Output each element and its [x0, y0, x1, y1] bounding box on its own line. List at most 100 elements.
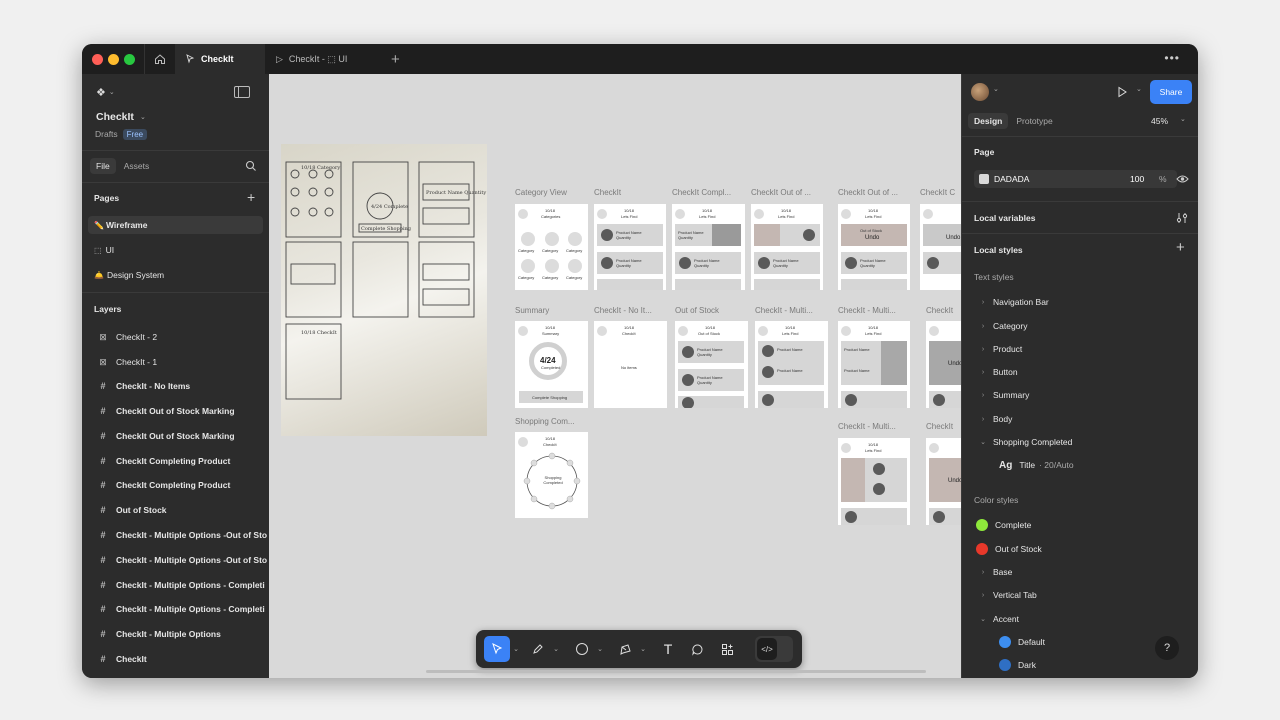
comment-tool[interactable] — [685, 636, 709, 662]
close-window-icon[interactable] — [92, 54, 103, 65]
color-style-group[interactable]: › Vertical Tab — [962, 587, 1198, 603]
layer-item[interactable]: ⊠ CheckIt - 2 — [82, 329, 269, 345]
add-page-icon[interactable]: + — [247, 189, 255, 205]
text-style-group[interactable]: › Summary — [962, 387, 1198, 403]
actions-tool[interactable] — [715, 636, 739, 662]
frame-label[interactable]: CheckIt Compl... — [672, 188, 731, 197]
zoom-level[interactable]: 45% — [1151, 116, 1168, 126]
tab-assets[interactable]: Assets — [124, 161, 150, 171]
chevron-down-icon[interactable]: ⌄ — [551, 636, 561, 662]
help-button[interactable]: ? — [1155, 636, 1179, 660]
tab-checkit-ui[interactable]: ▷ CheckIt - ⬚ UI — [266, 44, 386, 74]
horizontal-scrollbar[interactable] — [426, 670, 926, 673]
pen-tool[interactable] — [526, 636, 550, 662]
text-style-item[interactable]: Ag Title · 20/Auto — [962, 457, 1198, 473]
frame-checkit-out-of-stock-undo[interactable]: 10/18 Lets Find Out of Stock Undo Produc… — [838, 204, 910, 290]
frame-checkit[interactable]: 10/18 Lets Find Product Name Quantity Pr… — [594, 204, 666, 290]
layer-item[interactable]: # CheckIt - Multiple Options — [82, 626, 269, 642]
file-name-menu[interactable]: CheckIt ⌄ — [82, 110, 269, 124]
frame-label[interactable]: CheckIt Out of ... — [838, 188, 898, 197]
frame-checkit-no-items[interactable]: 10/18 CheckIt No items — [594, 321, 667, 408]
frame-label[interactable]: CheckIt - Multi... — [838, 306, 896, 315]
wireframe-sketch-photo[interactable]: 10/18 Category 4/24 Complete Complete Sh… — [281, 144, 487, 436]
dev-mode-toggle[interactable]: </> — [755, 636, 793, 662]
frame-label[interactable]: CheckIt - Multi... — [755, 306, 813, 315]
drafts-link[interactable]: Drafts — [95, 129, 118, 139]
pencil-tool[interactable] — [613, 636, 637, 662]
eye-icon[interactable] — [1176, 173, 1189, 185]
maximize-window-icon[interactable] — [124, 54, 135, 65]
frame-label[interactable]: CheckIt — [594, 188, 621, 197]
text-style-group[interactable]: › Body — [962, 411, 1198, 427]
more-menu-icon[interactable]: ••• — [1164, 51, 1180, 65]
shape-tool[interactable] — [570, 636, 594, 662]
text-style-group[interactable]: › Category — [962, 318, 1198, 334]
layer-item[interactable]: # CheckIt - Multiple Options - Completi — [82, 601, 269, 617]
layer-item[interactable]: # CheckIt — [82, 651, 269, 667]
tab-file[interactable]: File — [90, 158, 116, 174]
search-icon[interactable] — [245, 160, 257, 172]
layer-item[interactable]: ⊠ CheckIt - 1 — [82, 354, 269, 370]
frame-checkit-multiple-c[interactable]: 10/18 Lets Find — [838, 438, 910, 525]
home-button[interactable] — [144, 44, 176, 74]
page-item-wireframe[interactable]: ✏️ Wireframe — [88, 216, 263, 234]
frame-label[interactable]: CheckIt Out of ... — [751, 188, 811, 197]
frame-label[interactable]: Shopping Com... — [515, 417, 575, 426]
frame-out-of-stock[interactable]: 10/18 Out of Stock Product Name Quantity… — [675, 321, 748, 408]
chevron-down-icon[interactable]: ⌄ — [511, 636, 521, 662]
variables-icon[interactable] — [1176, 212, 1188, 224]
add-style-icon[interactable]: + — [1176, 239, 1185, 256]
color-style-item[interactable]: Complete — [962, 517, 1198, 533]
frame-label[interactable]: Category View — [515, 188, 567, 197]
frame-checkit-cut[interactable]: Undo — [920, 204, 961, 290]
layer-item[interactable]: # CheckIt Out of Stock Marking — [82, 403, 269, 419]
frame-category-view[interactable]: 10/18 Categories Category Category Categ… — [515, 204, 588, 290]
frame-label[interactable]: CheckIt — [926, 306, 953, 315]
toggle-sidebar-icon[interactable] — [234, 86, 250, 98]
page-opacity[interactable]: 100 — [1130, 174, 1144, 184]
layer-item[interactable]: # CheckIt - Multiple Options - Completi — [82, 577, 269, 593]
chevron-down-icon[interactable]: ⌄ — [1180, 115, 1186, 123]
color-style-group[interactable]: › Base — [962, 564, 1198, 580]
new-tab-button[interactable]: + — [391, 44, 400, 74]
chevron-down-icon[interactable]: ⌄ — [638, 636, 648, 662]
text-style-group[interactable]: › Navigation Bar — [962, 294, 1198, 310]
page-color-field[interactable]: DADADA 100 % — [974, 170, 1177, 188]
frame-checkit-multiple-a[interactable]: 10/18 Lets Find Product Name Product Nam… — [755, 321, 828, 408]
layer-item[interactable]: # CheckIt Completing Product — [82, 453, 269, 469]
move-tool[interactable] — [484, 636, 510, 662]
page-item-ui[interactable]: ⬚ UI — [82, 241, 269, 259]
page-color-hex[interactable]: DADADA — [994, 174, 1029, 184]
frame-checkit-cut-3[interactable]: Undo — [926, 438, 961, 525]
frame-shopping-completed[interactable]: 10/18 CheckIt Shopping Completed — [515, 432, 588, 518]
frame-checkit-out-of-stock[interactable]: 10/18 Lets Find Product Name Quantity — [751, 204, 823, 290]
minimize-window-icon[interactable] — [108, 54, 119, 65]
tab-prototype[interactable]: Prototype — [1016, 116, 1052, 126]
share-button[interactable]: Share — [1150, 80, 1192, 104]
text-style-group[interactable]: › Button — [962, 364, 1198, 380]
canvas[interactable]: 10/18 Category 4/24 Complete Complete Sh… — [269, 74, 961, 678]
layer-item[interactable]: # CheckIt - Multiple Options -Out of Sto — [82, 552, 269, 568]
layer-item[interactable]: # CheckIt - Multiple Options -Out of Sto — [82, 527, 269, 543]
frame-summary[interactable]: 10/18 Summary 4/24 Completed Complete Sh… — [515, 321, 588, 408]
frame-label[interactable]: CheckIt - Multi... — [838, 422, 896, 431]
frame-label[interactable]: Summary — [515, 306, 549, 315]
chevron-down-icon[interactable]: ⌄ — [1136, 85, 1142, 93]
page-color-swatch[interactable] — [979, 174, 989, 184]
local-variables-row[interactable]: Local variables — [962, 209, 1198, 227]
avatar[interactable] — [971, 83, 989, 101]
frame-checkit-completing[interactable]: 10/18 Lets Find Product Name Quantity Pr… — [672, 204, 745, 290]
color-style-group-open[interactable]: ⌄ Accent — [962, 611, 1198, 627]
frame-checkit-multiple-b[interactable]: 10/18 Lets Find Product Name Product Nam… — [838, 321, 910, 408]
text-style-group-open[interactable]: ⌄ Shopping Completed — [962, 434, 1198, 450]
tab-checkit[interactable]: CheckIt — [175, 44, 265, 74]
frame-label[interactable]: CheckIt C — [920, 188, 955, 197]
layer-item[interactable]: # CheckIt - No Items — [82, 378, 269, 394]
layer-item[interactable]: # Out of Stock — [82, 502, 269, 518]
text-tool[interactable]: T — [656, 636, 680, 662]
frame-label[interactable]: CheckIt - No It... — [594, 306, 652, 315]
frame-label[interactable]: Out of Stock — [675, 306, 719, 315]
frame-label[interactable]: CheckIt — [926, 422, 953, 431]
present-play-icon[interactable] — [1116, 86, 1128, 98]
layer-item[interactable]: # CheckIt Out of Stock Marking — [82, 428, 269, 444]
